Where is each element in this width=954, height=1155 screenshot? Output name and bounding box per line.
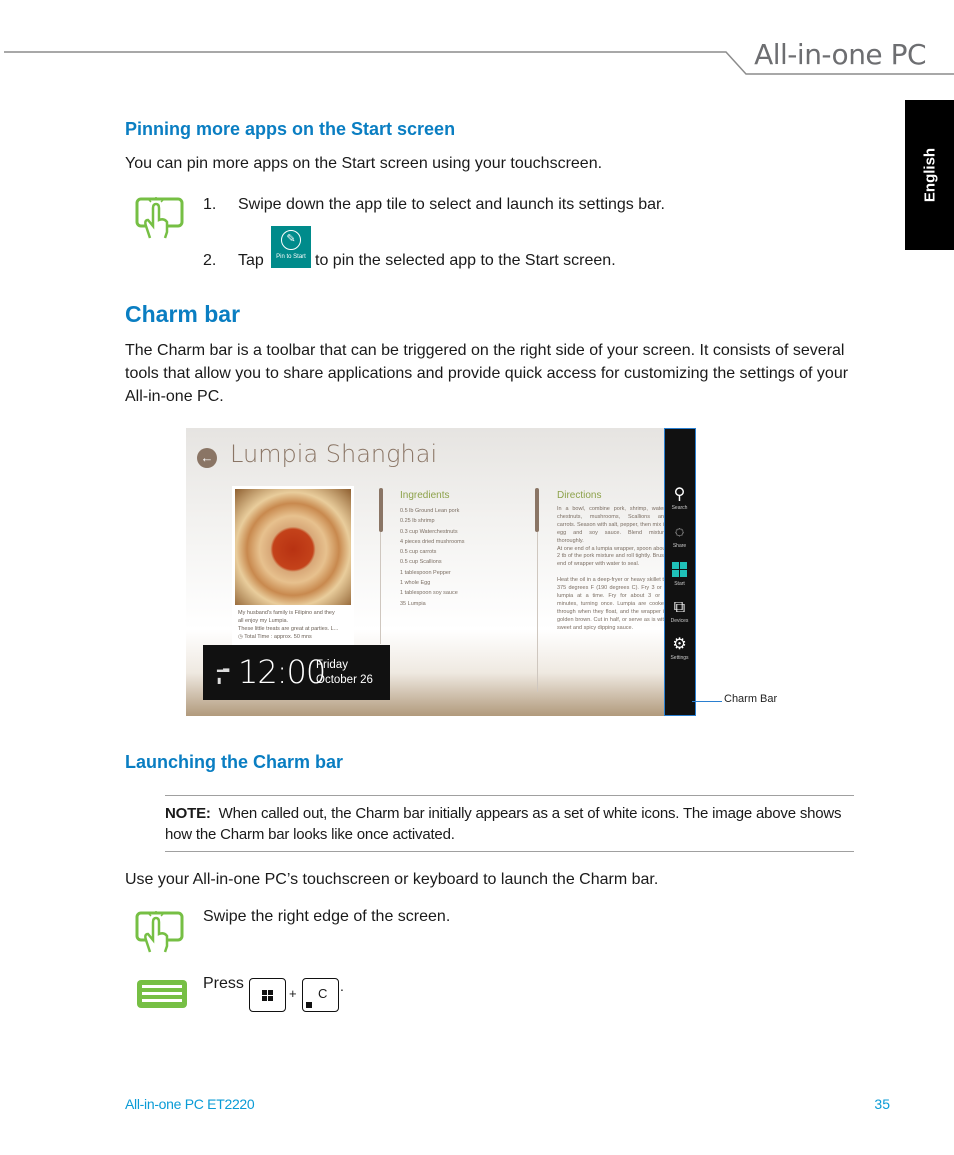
ingredient-item: 1 tablespoon Pepper [400,569,451,576]
clock-date: Friday October 26 [316,658,373,688]
note-label: NOTE: [165,805,211,822]
ingredient-item: 0.5 cup Scallions [400,559,442,566]
ingredient-item: 1 whole Egg [400,580,431,587]
touch-swipe-icon [135,197,184,239]
section-heading-charm-bar: Charm bar [125,301,241,327]
section-heading-launching: Launching the Charm bar [125,752,344,772]
recipe-card-text: My husband's family is Filipino and they… [238,609,352,641]
divider [537,532,538,692]
devices-icon: ⧉ [673,599,686,616]
pinning-intro: You can pin more apps on the Start scree… [125,155,603,172]
charm-search[interactable]: ⚲ Search [665,486,694,511]
section-heading-pinning: Pinning more apps on the Start screen [125,119,456,139]
total-time: Total Time : approx. 50 mns [244,634,312,640]
touch-instruction: Swipe the right edge of the screen. [203,908,451,925]
charm-bar-callout: Charm Bar [724,693,778,705]
clock-month-day: October 26 [316,674,373,686]
charm-settings[interactable]: ⚙ Settings [665,636,694,661]
step-2-text-before: Tap [238,252,264,269]
charm-label: Settings [670,655,689,661]
step-1-text: Swipe down the app tile to select and la… [238,196,665,213]
card-line: My husband's family is Filipino and they [238,610,335,616]
step-2-text-after: to pin the selected app to the Start scr… [315,252,616,269]
windows-start-icon [665,562,694,580]
ingredient-item: 1 tablespoon soy sauce [400,590,458,597]
card-line-time: ◷ Total Time : approx. 50 mns [238,634,312,640]
note-rule-top [165,795,854,796]
pin-to-start-tile: ✎ Pin to Start [271,226,311,268]
c-key-label: C [318,986,328,1001]
app-title: Lumpia Shanghai [230,440,438,468]
settings-gear-icon: ⚙ [672,636,687,653]
launch-intro: Use your All-in-one PC’s touchscreen or … [125,871,659,888]
ingredient-item: 0.3 cup Waterchestnuts [400,528,458,535]
footer-model: All-in-one PC ET2220 [125,1096,255,1112]
header-title: All-in-one PC [754,38,926,71]
card-line: These little treats are great at parties… [238,626,339,632]
clock-day: Friday [316,659,348,671]
directions-heading: Directions [557,490,602,501]
charm-label: Share [672,543,687,549]
charm-share[interactable]: ◌ Share [665,524,694,549]
share-icon: ◌ [674,524,685,541]
charm-bar-body: The Charm bar is a toolbar that can be t… [125,342,849,405]
charm-label: Start [674,581,685,587]
clock-time: 12:00 [238,653,326,691]
charm-bar: ⚲ Search ◌ Share Start ⧉ Devices ⚙ Setti… [664,428,696,716]
charm-label: Search [671,505,688,511]
windows-key [249,978,286,1012]
charm-devices[interactable]: ⧉ Devices [665,599,694,624]
directions-text: In a bowl, combine pork, shrimp, water-c… [557,506,667,631]
knife-icon [535,488,539,532]
ingredient-item: 35 Lumpia [400,600,426,607]
charm-bar-screenshot: ← Lumpia Shanghai My husband's family is… [186,428,696,716]
step-1-number: 1. [203,196,217,213]
callout-line [692,701,722,702]
c-key: C [302,978,339,1012]
pin-tile-label: Pin to Start [276,254,306,260]
windows-logo-icon [262,990,277,1005]
search-icon: ⚲ [673,486,686,503]
touch-swipe-icon [135,911,184,953]
clock-overlay: ▂▃ ▮ 12:00 Friday October 26 [203,645,390,700]
fork-icon [379,488,383,532]
note-text: When called out, the Charm bar initially… [165,805,842,843]
ingredient-item: 0.25 lb shrimp [400,518,435,525]
step-2-number: 2. [203,252,217,269]
ingredient-item: 0.5 lb Ground Lean pork [400,508,460,514]
ingredients-heading: Ingredients [400,490,450,501]
plus-sign: + [289,986,297,1001]
charm-label: Devices [670,618,689,624]
card-line: all enjoy my Lumpia. [238,618,289,624]
language-tab: English [905,100,954,250]
keyboard-icon [137,980,187,1008]
ingredients-list: 0.5 lb Ground Lean pork 0.25 lb shrimp 0.3… [400,506,465,609]
note-rule-bottom [165,851,854,852]
key-function-icon [306,1002,312,1008]
charm-start[interactable]: Start [665,562,694,587]
signal-battery-icon: ▂▃ ▮ [217,663,230,685]
ingredient-item: 4 pieces dried mushrooms [400,538,465,545]
note-box: NOTE: When called out, the Charm bar ini… [165,803,854,845]
language-label: English [921,147,938,203]
pin-icon: ✎ [281,230,301,250]
back-arrow-icon: ← [197,448,217,468]
recipe-card: My husband's family is Filipino and they… [232,486,354,646]
period: . [340,978,344,994]
recipe-photo [235,489,351,605]
ingredient-item: 0.5 cup carrots [400,549,437,556]
keyboard-instruction: Press [203,975,244,992]
page-number: 35 [874,1096,890,1112]
divider [380,532,381,644]
